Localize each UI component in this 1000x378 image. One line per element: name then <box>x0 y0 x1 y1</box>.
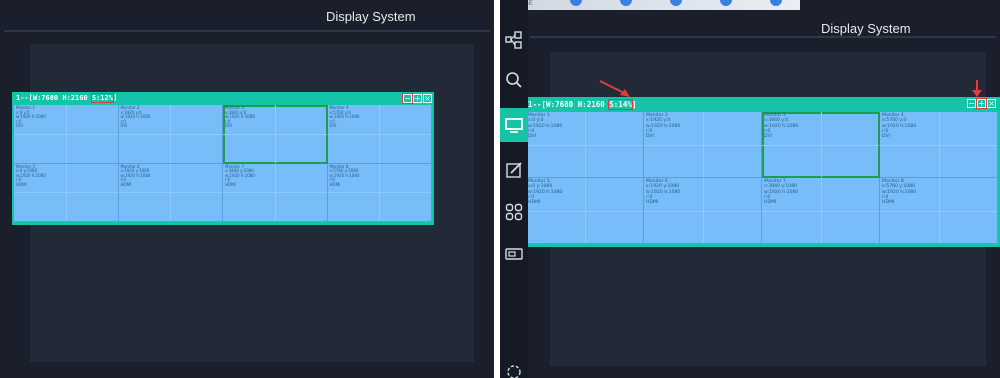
close-button[interactable]: × <box>987 99 996 108</box>
edit-icon[interactable] <box>500 156 528 184</box>
bar-decoration-icon <box>670 0 682 6</box>
window-title-end: ] <box>631 100 637 109</box>
window-title: 1--[W:7680 H:2160 S:14%] <box>528 99 637 110</box>
zoom-in-button[interactable]: + <box>976 98 987 109</box>
monitor-cell-2[interactable]: Monitor 2 x:1920 y:0 w:1920 h:1080 r:0 DVI <box>644 112 762 178</box>
window-title-end: ] <box>112 94 118 102</box>
screen-window[interactable]: 1--[W:7680 H:2160 S:12%] − + × Monitor 1… <box>12 92 434 225</box>
monitor-icon[interactable] <box>500 108 528 142</box>
zoom-in-button[interactable]: + <box>413 94 422 103</box>
monitor-grid: Monitor 1 x:0 y:0 w:1920 h:1080 r:0 DVI Moni… <box>526 112 998 244</box>
monitor-cell-2[interactable]: Monitor 2 x:1920 y:0 w:1920 h:1080 r:0 DVI <box>118 105 223 164</box>
zoom-out-button[interactable]: − <box>402 93 413 104</box>
window-controls: − + × <box>967 98 996 109</box>
grid-icon[interactable] <box>500 198 528 226</box>
window-title: 1--[W:7680 H:2160 S:12%] <box>16 93 118 103</box>
sidebar <box>500 0 528 378</box>
bar-decoration-icon <box>720 0 732 6</box>
monitor-cell-5[interactable]: Monitor 5 x:0 y:1080 w:1920 h:1080 r:0 HDMI <box>526 178 644 244</box>
monitor-grid: Monitor 1 x:0 y:0 w:1920 h:1080 r:0 DVI Moni… <box>14 105 432 222</box>
page-title: Display System <box>326 9 416 24</box>
topology-icon[interactable] <box>500 26 528 54</box>
screen-window[interactable]: 1--[W:7680 H:2160 S:14%] − + × Monitor 1… <box>524 97 1000 247</box>
close-button[interactable]: × <box>423 94 432 103</box>
monitor-cell-7[interactable]: Monitor 7 x:3840 y:1080 w:1920 h:1080 r:0 HD… <box>762 178 880 244</box>
right-display-panel: Display System 1--[W:7680 H:2160 S:14%] … <box>500 0 1000 378</box>
monitor-cell-3-selected[interactable]: Monitor 3 x:3840 y:0 w:1920 h:1080 r:0 DVI <box>762 112 880 178</box>
annotation-arrow-zoom-icon <box>972 80 982 97</box>
app-title-bar: XPOSE <box>500 0 800 10</box>
scale-value: S:14% <box>608 99 633 110</box>
scale-value: S:12% <box>90 93 114 103</box>
monitor-cell-6[interactable]: Monitor 6 x:1920 y:1080 w:1920 h:1080 r:0 HD… <box>118 163 223 222</box>
monitor-cell-8[interactable]: Monitor 8 x:5760 y:1080 w:1920 h:1080 r:0 HD… <box>880 178 998 244</box>
bar-decoration-icon <box>620 0 632 6</box>
header-divider <box>4 30 490 32</box>
monitor-cell-1[interactable]: Monitor 1 x:0 y:0 w:1920 h:1080 r:0 DVI <box>14 105 119 164</box>
monitor-cell-6[interactable]: Monitor 6 x:1920 y:1080 w:1920 h:1080 r:0 HD… <box>644 178 762 244</box>
window-controls: − + × <box>402 93 432 104</box>
zoom-out-button[interactable]: − <box>967 99 976 108</box>
monitor-cell-3-selected[interactable]: Monitor 3 x:3840 y:0 w:1920 h:1080 r:0 DVI <box>223 105 328 164</box>
annotation-arrow-scale-icon <box>599 80 630 97</box>
bar-decoration-icon <box>570 0 582 6</box>
monitor-cell-5[interactable]: Monitor 5 x:0 y:1080 w:1920 h:1080 r:0 HDMI <box>14 163 119 222</box>
monitor-cell-4[interactable]: Monitor 4 x:5760 y:0 w:1920 h:1080 r:0 DVI <box>880 112 998 178</box>
bar-decoration-icon <box>770 0 782 6</box>
window-dimensions: 1--[W:7680 H:2160 <box>528 100 605 109</box>
window-dimensions: 1--[W:7680 H:2160 <box>16 94 88 102</box>
device-icon[interactable] <box>500 240 528 268</box>
monitor-cell-8[interactable]: Monitor 8 x:5760 y:1080 w:1920 h:1080 r:0 HD… <box>327 163 432 222</box>
monitor-cell-1[interactable]: Monitor 1 x:0 y:0 w:1920 h:1080 r:0 DVI <box>526 112 644 178</box>
header-divider <box>530 36 996 38</box>
monitor-cell-4[interactable]: Monitor 4 x:5760 y:0 w:1920 h:1080 r:0 DVI <box>327 105 432 164</box>
monitor-cell-7[interactable]: Monitor 7 x:3840 y:1080 w:1920 h:1080 r:0 HD… <box>223 163 328 222</box>
settings-icon[interactable] <box>500 360 528 378</box>
search-icon[interactable] <box>500 66 528 94</box>
left-display-panel: Display System 1--[W:7680 H:2160 S:12%] … <box>0 0 494 378</box>
page-title: Display System <box>821 21 911 36</box>
